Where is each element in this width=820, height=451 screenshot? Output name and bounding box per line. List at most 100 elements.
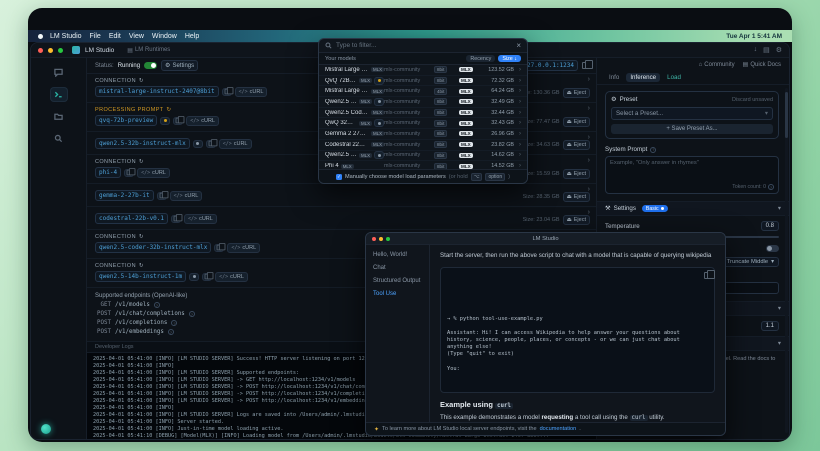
model-id-chip[interactable]: qwen2.5-coder-32b-instruct-mlx <box>95 242 211 253</box>
copy-icon[interactable] <box>157 192 167 200</box>
quick-docs-link[interactable]: ▤ Quick Docs <box>743 61 781 68</box>
copy-icon[interactable] <box>206 140 216 148</box>
save-preset-button[interactable]: + Save Preset As... <box>611 124 773 134</box>
model-list-item[interactable]: Gemma 2 27B Instruct MLX mlx-community 8… <box>319 129 527 140</box>
refresh-icon[interactable]: ↻ <box>167 107 172 113</box>
chevron-down-icon[interactable]: ▾ <box>778 340 781 347</box>
model-id-chip[interactable]: qwen2.5-14b-instruct-1m <box>95 271 186 282</box>
docs-content[interactable]: Start the server, then run the above scr… <box>430 245 725 422</box>
model-id-chip[interactable]: gemma-2-27b-it <box>95 190 154 201</box>
info-icon[interactable]: ? <box>768 184 774 190</box>
basic-mode-toggle[interactable]: Basic <box>642 205 668 212</box>
eject-button[interactable]: ⏏ Eject <box>563 117 590 127</box>
server-toggle[interactable] <box>144 62 157 69</box>
copy-icon[interactable] <box>222 88 232 96</box>
refresh-icon[interactable]: ↻ <box>139 78 144 84</box>
limit-response-length-toggle[interactable] <box>766 245 779 252</box>
temperature-value[interactable]: 0.8 <box>761 221 779 231</box>
docs-nav-item[interactable]: Tool Use <box>373 291 422 297</box>
model-list-item[interactable]: Phi 4 MLX mlx-community 8bit MLX 14.52 G… <box>319 161 527 169</box>
info-icon[interactable]: ? <box>171 320 177 326</box>
chat-tab-icon[interactable] <box>50 65 68 80</box>
docs-nav-item[interactable]: Hello, World! <box>373 252 422 258</box>
model-search-row[interactable]: Type to filter... × <box>319 39 527 53</box>
eject-button[interactable]: ⏏ Eject <box>563 215 590 225</box>
context-overflow-select[interactable]: Truncate Middle ▾ <box>722 257 779 267</box>
discover-tab-icon[interactable] <box>50 131 68 146</box>
eject-button[interactable]: ⏏ Eject <box>563 140 590 150</box>
menubar-item[interactable]: File <box>90 33 101 40</box>
model-id-chip[interactable]: codestral-22b-v0.1 <box>95 213 168 224</box>
copy-icon[interactable] <box>582 62 588 69</box>
curl-button[interactable]: </> cURL <box>184 214 217 224</box>
model-list-item[interactable]: Mistral Large Instruct 2407 MLX mlx-comm… <box>319 65 527 76</box>
curl-button[interactable]: </> cURL <box>186 116 219 126</box>
my-models-tab-icon[interactable] <box>50 109 68 124</box>
settings-tab[interactable]: Load <box>663 73 685 82</box>
menubar-item[interactable]: LM Studio <box>50 33 82 40</box>
refresh-icon[interactable]: ↻ <box>139 159 144 165</box>
download-icon[interactable]: ↓ <box>754 46 758 54</box>
model-list-item[interactable]: QvQ 72B Preview MLX mlx-community 8bit M… <box>319 76 527 87</box>
docs-nav-item[interactable]: Chat <box>373 265 422 271</box>
apps-icon[interactable]: ▤ <box>763 46 770 54</box>
curl-button[interactable]: </> cURL <box>170 191 203 201</box>
chevron-down-icon[interactable]: ▾ <box>778 205 781 212</box>
curl-button[interactable]: </> cURL <box>215 272 248 282</box>
info-icon[interactable]: ? <box>189 311 195 317</box>
menubar-item[interactable]: View <box>129 33 144 40</box>
repeat-penalty-value[interactable]: 1.1 <box>761 321 779 331</box>
model-id-chip[interactable]: qvq-72b-preview <box>95 115 157 126</box>
copy-icon[interactable] <box>214 244 224 252</box>
close-icon[interactable]: × <box>516 41 521 50</box>
chevron-right-icon[interactable]: › <box>588 157 590 164</box>
docs-nav-item[interactable]: Structured Output <box>373 278 422 284</box>
menubar-item[interactable]: Help <box>185 33 199 40</box>
model-list-item[interactable]: Qwen2.5 14B Instruct 1M MLX mlx-communit… <box>319 151 527 162</box>
docs-titlebar[interactable]: LM Studio <box>366 233 725 245</box>
model-search-input[interactable]: Type to filter... <box>336 42 376 49</box>
close-window-button[interactable] <box>38 48 43 53</box>
model-list-item[interactable]: QwQ 32B Preview MLX mlx-community 8bit M… <box>319 118 527 129</box>
curl-button[interactable]: </> cURL <box>235 87 268 97</box>
apple-icon[interactable] <box>38 34 43 39</box>
model-id-chip[interactable]: mistral-large-instruct-2407@8bit <box>95 86 219 97</box>
copy-icon[interactable] <box>202 273 212 281</box>
settings-tab[interactable]: Inference <box>626 73 660 82</box>
system-prompt-input[interactable]: Example, "Only answer in rhymes" Token c… <box>605 156 779 194</box>
refresh-icon[interactable]: ↻ <box>139 234 144 240</box>
copy-icon[interactable] <box>124 169 134 177</box>
curl-button[interactable]: </> cURL <box>227 243 260 253</box>
settings-section-header[interactable]: ⚒ Settings Basic ▾ <box>597 201 789 216</box>
minimize-window-button[interactable] <box>48 48 53 53</box>
model-list-item[interactable]: Codestral 22B v0.1 MLX mlx-community 8bi… <box>319 140 527 151</box>
copy-icon[interactable] <box>704 272 710 279</box>
menubar-item[interactable]: Window <box>152 33 177 40</box>
info-icon[interactable]: ? <box>650 147 656 153</box>
eject-button[interactable]: ⏏ Eject <box>563 169 590 179</box>
menubar-item[interactable]: Edit <box>109 33 121 40</box>
curl-button[interactable]: </> cURL <box>219 139 252 149</box>
documentation-link[interactable]: documentation <box>540 426 577 432</box>
server-status-indicator[interactable] <box>41 424 51 434</box>
eject-button[interactable]: ⏏ Eject <box>563 192 590 202</box>
copy-icon[interactable] <box>173 117 183 125</box>
developer-tab-icon[interactable] <box>50 87 68 102</box>
server-request-row[interactable]: ↻ codestral-22b-v0.1 </> cURL <box>87 207 596 230</box>
sort-recency-button[interactable]: Recency <box>466 55 495 62</box>
discard-unsaved-link[interactable]: Discard unsaved <box>732 97 773 103</box>
server-settings-button[interactable]: ⚙ Settings <box>161 60 198 71</box>
gear-icon[interactable]: ⚙ <box>776 46 782 54</box>
chevron-down-icon[interactable]: ▾ <box>778 305 781 312</box>
chevron-right-icon[interactable]: › <box>588 105 590 112</box>
chevron-right-icon[interactable]: › <box>588 76 590 83</box>
model-list-item[interactable]: Qwen2.5 32B Instruct MLX MLX mlx-communi… <box>319 97 527 108</box>
curl-button[interactable]: </> cURL <box>137 168 170 178</box>
community-link[interactable]: ⌂ Community <box>699 62 735 68</box>
preset-select[interactable]: Select a Preset... ▾ <box>611 107 773 120</box>
panel-scrollbar[interactable] <box>785 88 788 433</box>
refresh-icon[interactable]: ↻ <box>139 263 144 269</box>
settings-tab[interactable]: Info <box>605 73 623 82</box>
model-list-item[interactable]: Mistral Large Instruct 2407 MLX mlx-comm… <box>319 86 527 97</box>
model-id-chip[interactable]: phi-4 <box>95 167 121 178</box>
